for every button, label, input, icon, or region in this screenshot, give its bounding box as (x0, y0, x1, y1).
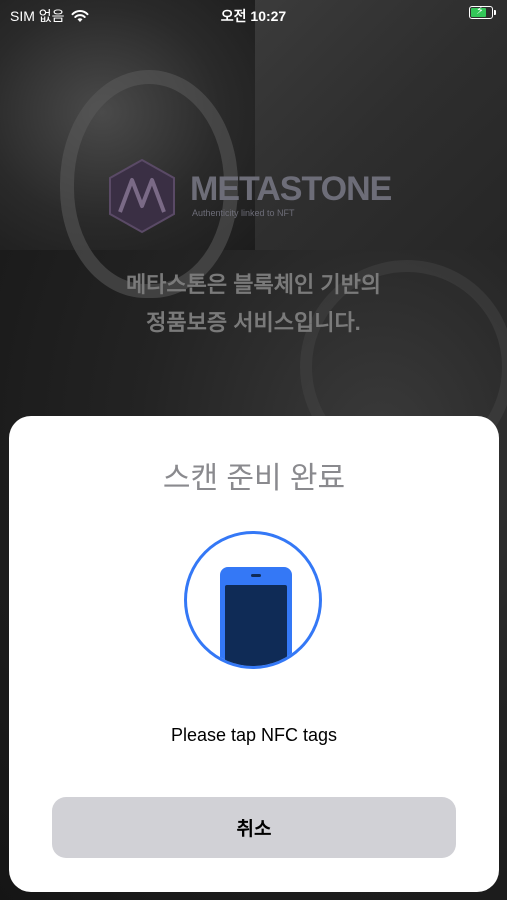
phone-screen (225, 585, 287, 666)
battery-cap (494, 10, 496, 15)
charging-bolt-icon: ⚡ (476, 5, 484, 17)
metastone-logo: METASTONE Authenticity linked to NFT (108, 158, 408, 238)
logo-wordmark: METASTONE (190, 170, 392, 208)
battery-charging-icon: ⚡ (469, 5, 496, 19)
phone-nfc-icon (184, 531, 322, 669)
phone-body (220, 567, 292, 666)
status-bar: SIM 없음 오전 10:27 ⚡ (0, 0, 507, 28)
cancel-button[interactable]: 취소 (52, 797, 456, 858)
headline-line-1: 메타스톤은 블록체인 기반의 (125, 272, 382, 297)
nfc-scan-sheet: 스캔 준비 완료 Please tap NFC tags 취소 (9, 416, 499, 892)
clock: 오전 10:27 (220, 8, 287, 24)
sheet-title: 스캔 준비 완료 (162, 462, 346, 495)
logo-tagline: Authenticity linked to NFT (192, 208, 295, 218)
headline-line-2: 정품보증 서비스입니다. (146, 310, 361, 335)
nfc-instruction: Please tap NFC tags (170, 725, 338, 745)
phone-speaker (251, 574, 261, 577)
service-headline: 메타스톤은 블록체인 기반의 정품보증 서비스입니다. (0, 266, 507, 342)
logo-hexagon-icon (109, 158, 175, 234)
